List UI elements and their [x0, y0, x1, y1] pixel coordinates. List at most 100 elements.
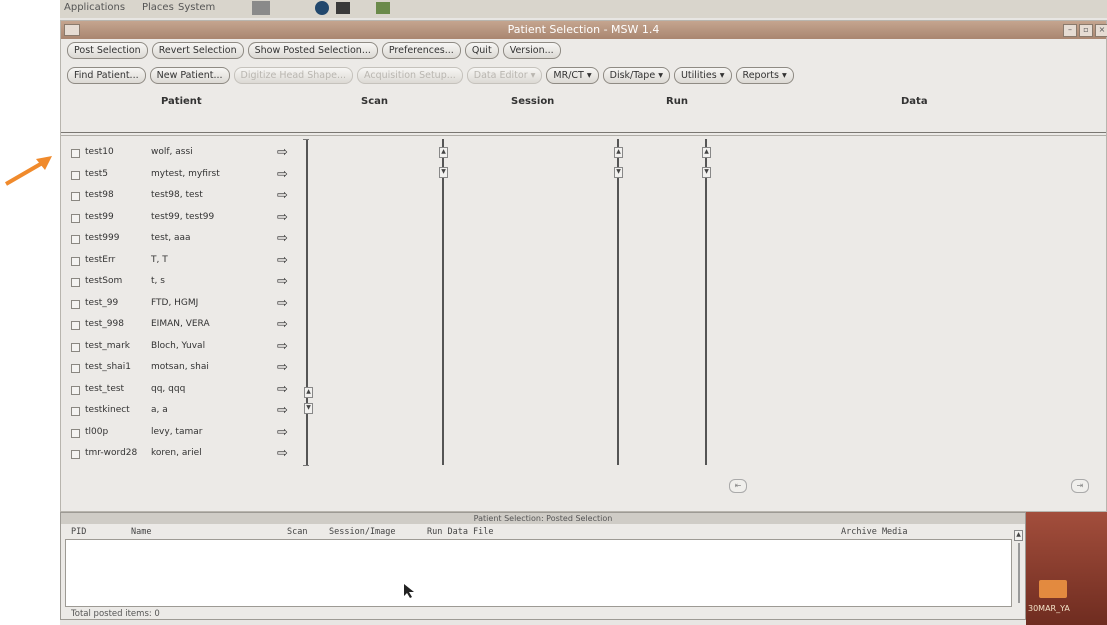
patient-name: mytest, myfirst: [151, 168, 220, 179]
patient-checkbox[interactable]: [71, 192, 80, 201]
data-column-header: Data: [901, 96, 928, 107]
posted-selection-window: Patient Selection: Posted Selection PID …: [60, 512, 1026, 620]
image-viewer-icon[interactable]: [376, 2, 390, 14]
close-icon[interactable]: ×: [1095, 24, 1107, 37]
patient-checkbox[interactable]: [71, 407, 80, 416]
expand-arrow-icon[interactable]: ⇨: [277, 339, 288, 354]
new-patient-button[interactable]: New Patient...: [149, 67, 230, 84]
patient-row[interactable]: test999 test, aaa ⇨: [71, 231, 301, 251]
patient-row[interactable]: test_mark Bloch, Yuval ⇨: [71, 339, 301, 359]
maximize-icon[interactable]: ▫: [1079, 24, 1093, 37]
expand-arrow-icon[interactable]: ⇨: [277, 145, 288, 160]
patient-row[interactable]: test_99 FTD, HGMJ ⇨: [71, 296, 301, 316]
globe-icon[interactable]: [315, 1, 329, 15]
expand-arrow-icon[interactable]: ⇨: [277, 253, 288, 268]
patient-checkbox[interactable]: [71, 213, 80, 223]
version-button[interactable]: Version...: [502, 42, 561, 59]
patient-row[interactable]: test5 mytest, myfirst ⇨: [71, 167, 301, 187]
launcher-icon[interactable]: [252, 1, 270, 15]
patient-checkbox[interactable]: [71, 428, 80, 438]
posted-window-title[interactable]: Patient Selection: Posted Selection: [61, 513, 1025, 524]
patient-checkbox[interactable]: [71, 342, 80, 352]
patient-row[interactable]: test98 test98, test ⇨: [71, 188, 301, 208]
scan-scroll-up-icon[interactable]: ▲: [439, 147, 448, 158]
applications-menu[interactable]: Applications: [64, 2, 125, 13]
patient-row[interactable]: tl00p levy, tamar ⇨: [71, 425, 301, 445]
patient-checkbox[interactable]: [71, 235, 80, 244]
patient-row[interactable]: testkinect a, a ⇨: [71, 403, 301, 423]
patient-row[interactable]: test10 wolf, assi ⇨: [71, 145, 301, 165]
run-scroll-up-icon[interactable]: ▲: [702, 147, 711, 158]
patient-checkbox[interactable]: [71, 321, 80, 330]
scroll-up-icon[interactable]: ▲: [304, 387, 313, 398]
terminal-icon[interactable]: [336, 2, 350, 14]
expand-arrow-icon[interactable]: ⇨: [277, 382, 288, 397]
expand-arrow-icon[interactable]: ⇨: [277, 274, 288, 289]
expand-arrow-icon[interactable]: ⇨: [277, 231, 288, 246]
patient-checkbox[interactable]: [71, 256, 80, 266]
patient-name: wolf, assi: [151, 147, 193, 157]
expand-arrow-icon[interactable]: ⇨: [277, 296, 288, 311]
patient-row[interactable]: test99 test99, test99 ⇨: [71, 210, 301, 230]
scroll-left-icon[interactable]: ⇤: [729, 479, 747, 493]
scroll-right-icon[interactable]: ⇥: [1071, 479, 1089, 493]
post-selection-button[interactable]: Post Selection: [67, 42, 148, 59]
patient-checkbox[interactable]: [71, 170, 80, 180]
session-list-scrollbar[interactable]: [617, 139, 619, 465]
patient-name: Bloch, Yuval: [151, 340, 206, 351]
patient-row[interactable]: tmr-word28 koren, ariel ⇨: [71, 446, 301, 466]
digitize-head-shape-button[interactable]: Digitize Head Shape...: [233, 67, 354, 84]
folder-icon[interactable]: [1039, 580, 1067, 598]
scan-column-header: Scan: [361, 96, 388, 107]
folder-label[interactable]: 30MAR_YA: [1028, 604, 1070, 613]
run-list-scrollbar[interactable]: [705, 139, 707, 465]
scan-scroll-down-icon[interactable]: ▼: [439, 167, 448, 178]
window-titlebar[interactable]: Patient Selection - MSW 1.4 – ▫ ×: [61, 21, 1107, 39]
expand-arrow-icon[interactable]: ⇨: [277, 167, 288, 182]
scroll-down-icon[interactable]: ▼: [304, 403, 313, 414]
patient-checkbox[interactable]: [71, 364, 80, 373]
patient-list-scrollbar[interactable]: [306, 139, 308, 465]
patient-row[interactable]: testErr T, T ⇨: [71, 253, 301, 273]
posted-scrollbar[interactable]: [1018, 543, 1020, 603]
utilities-menu[interactable]: Utilities ▾: [673, 67, 732, 84]
patient-checkbox[interactable]: [71, 299, 80, 309]
minimize-icon[interactable]: –: [1063, 24, 1077, 37]
posted-scroll-up-icon[interactable]: ▲: [1014, 530, 1023, 541]
session-scroll-up-icon[interactable]: ▲: [614, 147, 623, 158]
patient-name: motsan, shai: [151, 362, 209, 372]
system-menu[interactable]: System: [178, 2, 215, 13]
expand-arrow-icon[interactable]: ⇨: [277, 317, 288, 332]
posted-items-list[interactable]: [65, 539, 1012, 607]
mr-ct-menu[interactable]: MR/CT ▾: [546, 67, 599, 84]
reports-menu[interactable]: Reports ▾: [735, 67, 794, 84]
patient-checkbox[interactable]: [71, 450, 80, 459]
expand-arrow-icon[interactable]: ⇨: [277, 425, 288, 440]
session-scroll-down-icon[interactable]: ▼: [614, 167, 623, 178]
expand-arrow-icon[interactable]: ⇨: [277, 360, 288, 375]
data-editor-button[interactable]: Data Editor ▾: [466, 67, 543, 84]
scan-list-scrollbar[interactable]: [442, 139, 444, 465]
preferences-button[interactable]: Preferences...: [381, 42, 461, 59]
places-menu[interactable]: Places: [142, 2, 174, 13]
patient-row[interactable]: testSom t, s ⇨: [71, 274, 301, 294]
quit-button[interactable]: Quit: [464, 42, 499, 59]
window-menu-icon[interactable]: [64, 24, 80, 36]
patient-checkbox[interactable]: [71, 278, 80, 287]
expand-arrow-icon[interactable]: ⇨: [277, 446, 288, 461]
patient-row[interactable]: test_shai1 motsan, shai ⇨: [71, 360, 301, 380]
run-scroll-down-icon[interactable]: ▼: [702, 167, 711, 178]
revert-selection-button[interactable]: Revert Selection: [151, 42, 244, 59]
expand-arrow-icon[interactable]: ⇨: [277, 210, 288, 225]
patient-checkbox[interactable]: [71, 385, 80, 395]
patient-row[interactable]: test_998 EIMAN, VERA ⇨: [71, 317, 301, 337]
patient-selection-window: Patient Selection - MSW 1.4 – ▫ × Post S…: [60, 20, 1107, 512]
find-patient-button[interactable]: Find Patient...: [67, 67, 146, 84]
acquisition-setup-button[interactable]: Acquisition Setup...: [357, 67, 463, 84]
expand-arrow-icon[interactable]: ⇨: [277, 403, 288, 418]
patient-checkbox[interactable]: [71, 149, 80, 158]
expand-arrow-icon[interactable]: ⇨: [277, 188, 288, 203]
disk-tape-menu[interactable]: Disk/Tape ▾: [602, 67, 670, 84]
patient-row[interactable]: test_test qq, qqq ⇨: [71, 382, 301, 402]
show-posted-selection-button[interactable]: Show Posted Selection...: [247, 42, 378, 59]
